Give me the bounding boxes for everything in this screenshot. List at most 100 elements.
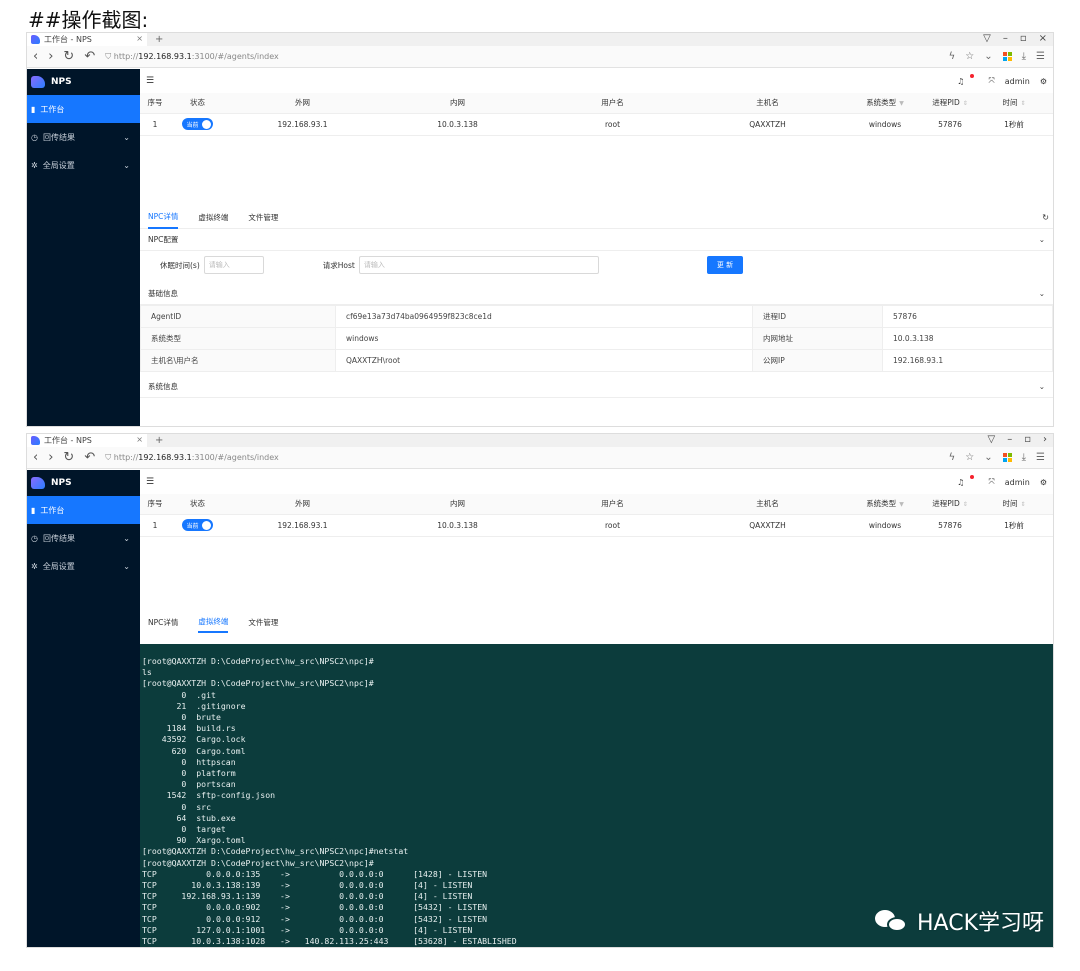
menu-icon[interactable]: ☰ <box>1036 51 1045 62</box>
browser-tab[interactable]: 工作台 - NPS × <box>27 434 147 447</box>
forward-icon[interactable]: › <box>48 49 53 64</box>
sidebar-item-settings[interactable]: ✲ 全局设置 ⌄ <box>27 151 140 179</box>
sort-icon: ⇕ <box>962 100 968 108</box>
gear-icon: ✲ <box>31 160 38 170</box>
undo-icon[interactable]: ↶ <box>84 450 95 465</box>
sidebar-item-settings[interactable]: ✲ 全局设置 ⌄ <box>27 552 140 580</box>
new-tab-button[interactable]: + <box>155 34 163 45</box>
apps-icon[interactable] <box>1002 453 1012 462</box>
chevron-down-icon[interactable]: ⌄ <box>984 51 992 62</box>
tab-terminal[interactable]: 虚拟终端 <box>198 611 229 633</box>
nps-logo-icon <box>31 76 45 88</box>
browser-tabbar: 工作台 - NPS × + ▽ – ▫ › <box>27 434 1053 447</box>
host-input[interactable]: 请输入 <box>358 256 599 274</box>
url-field[interactable]: ⛉ http://192.168.93.1:3100/#/agents/inde… <box>105 453 279 463</box>
browser-tab[interactable]: 工作台 - NPS × <box>27 33 147 46</box>
info-row: 主机名\用户名 QAXXTZH\root 公网IP 192.168.93.1 <box>140 349 1053 372</box>
col-time[interactable]: 时间 ⇕ <box>975 93 1053 114</box>
forward-icon[interactable]: › <box>48 450 53 465</box>
col-time[interactable]: 时间 ⇕ <box>975 494 1053 515</box>
pin-icon[interactable]: ▽ <box>988 434 996 445</box>
tab-close-icon[interactable]: × <box>136 435 143 444</box>
chevron-down-icon: ⌄ <box>123 561 130 571</box>
pin-icon[interactable]: ▽ <box>983 33 991 44</box>
back-icon[interactable]: ‹ <box>33 49 38 64</box>
sleep-input[interactable]: 请输入 <box>203 256 264 274</box>
tab-terminal[interactable]: 虚拟终端 <box>198 207 228 229</box>
browser-toolbar-right: ϟ ☆ ⌄ ⤓ ☰ <box>949 452 1045 463</box>
col-os[interactable]: 系统类型 ▼ <box>845 93 925 114</box>
lightning-icon[interactable]: ϟ <box>949 51 956 62</box>
fullscreen-icon[interactable]: ⤧ <box>988 477 994 487</box>
nps-app: NPS ▮ 工作台 ◷ 回传结果 ⌄ ✲ 全局设置 ⌄ ☰ ♫ ⤧ admin ⚙ 序号 … <box>27 470 1053 947</box>
fullscreen-icon[interactable]: ⤧ <box>988 76 994 86</box>
new-tab-button[interactable]: + <box>155 435 163 446</box>
minimize-icon[interactable]: – <box>1003 33 1008 44</box>
star-icon[interactable]: ☆ <box>965 51 974 62</box>
chevron-down-icon: ⌄ <box>1038 289 1045 298</box>
tab-file-manager[interactable]: 文件管理 <box>248 207 278 229</box>
back-icon[interactable]: ‹ <box>33 450 38 465</box>
sidebar-item-results[interactable]: ◷ 回传结果 ⌄ <box>27 524 140 552</box>
menu-icon[interactable]: ☰ <box>1036 452 1045 463</box>
undo-icon[interactable]: ↶ <box>84 49 95 64</box>
minimize-icon[interactable]: – <box>1007 434 1012 445</box>
sidebar-item-dashboard[interactable]: ▮ 工作台 <box>27 95 140 123</box>
reload-icon[interactable]: ↻ <box>63 450 74 465</box>
download-icon[interactable]: ⤓ <box>1022 51 1026 62</box>
reload-icon[interactable]: ↻ <box>63 49 74 64</box>
apps-icon[interactable] <box>1002 52 1012 61</box>
col-status: 状态 <box>170 494 225 515</box>
basic-info-header[interactable]: 基础信息 ⌄ <box>140 283 1053 305</box>
sidebar-item-dashboard[interactable]: ▮ 工作台 <box>27 496 140 524</box>
col-os[interactable]: 系统类型 ▼ <box>845 494 925 515</box>
tab-file-manager[interactable]: 文件管理 <box>248 611 278 633</box>
browser-tab-title: 工作台 - NPS <box>44 436 92 445</box>
chevron-down-icon: ⌄ <box>123 160 130 170</box>
status-toggle[interactable]: 当前 <box>182 519 213 531</box>
menu-toggle-icon[interactable]: ☰ <box>146 477 154 487</box>
close-window-icon[interactable]: › <box>1043 434 1047 445</box>
system-info-header[interactable]: 系统信息 ⌄ <box>140 376 1053 398</box>
screenshot-virtual-terminal: 工作台 - NPS × + ▽ – ▫ › ‹ › ↻ ↶ ⛉ http://1… <box>26 433 1054 948</box>
npc-config-header[interactable]: NPC配置 ⌄ <box>140 229 1053 251</box>
download-icon[interactable]: ⤓ <box>1022 452 1026 463</box>
user-name[interactable]: admin <box>1005 478 1030 487</box>
table-row[interactable]: 1 当前 192.168.93.1 10.0.3.138 root QAXXTZ… <box>140 113 1053 136</box>
user-name[interactable]: admin <box>1005 77 1030 86</box>
chevron-down-icon: ⌄ <box>1038 235 1045 244</box>
restore-icon[interactable]: ▫ <box>1020 33 1027 44</box>
menu-toggle-icon[interactable]: ☰ <box>146 76 154 86</box>
chevron-down-icon: ⌄ <box>123 132 130 142</box>
details-panel: NPC详情 虚拟终端 文件管理 ↻ NPC配置 ⌄ 休眠时间(s) 请输入 请求H… <box>140 207 1053 398</box>
virtual-terminal[interactable]: [root@QAXXTZH D:\CodeProject\hw_src\NPSC… <box>140 644 1053 947</box>
details-panel: NPC详情 虚拟终端 文件管理 <box>140 611 1053 633</box>
table-row[interactable]: 1 当前 192.168.93.1 10.0.3.138 root QAXXTZ… <box>140 514 1053 537</box>
tab-npc-details[interactable]: NPC详情 <box>148 207 179 229</box>
restore-icon[interactable]: ▫ <box>1024 434 1031 445</box>
bell-icon[interactable]: ♫ <box>957 478 964 487</box>
host-label: 请求Host <box>322 260 355 270</box>
star-icon[interactable]: ☆ <box>965 452 974 463</box>
tab-close-icon[interactable]: × <box>136 34 143 43</box>
url-field[interactable]: ⛉ http://192.168.93.1:3100/#/agents/inde… <box>105 52 279 62</box>
col-wan: 外网 <box>225 494 380 515</box>
sidebar-item-results[interactable]: ◷ 回传结果 ⌄ <box>27 123 140 151</box>
chevron-down-icon[interactable]: ⌄ <box>984 452 992 463</box>
bell-icon[interactable]: ♫ <box>957 77 964 86</box>
refresh-icon[interactable]: ↻ <box>1042 213 1049 222</box>
detail-tabs: NPC详情 虚拟终端 文件管理 ↻ <box>140 207 1053 229</box>
settings-icon[interactable]: ⚙ <box>1040 478 1047 487</box>
tab-npc-details[interactable]: NPC详情 <box>148 611 178 633</box>
brand: NPS <box>27 470 140 496</box>
status-toggle[interactable]: 当前 <box>182 118 213 130</box>
settings-icon[interactable]: ⚙ <box>1040 77 1047 86</box>
col-pid[interactable]: 进程PID ⇕ <box>925 93 975 114</box>
close-window-icon[interactable]: × <box>1039 33 1047 44</box>
update-button[interactable]: 更 新 <box>707 256 743 274</box>
watermark: HACK学习呀 <box>875 905 1044 937</box>
col-pid[interactable]: 进程PID ⇕ <box>925 494 975 515</box>
detail-tabs: NPC详情 虚拟终端 文件管理 <box>140 611 1053 633</box>
lightning-icon[interactable]: ϟ <box>949 452 956 463</box>
chevron-down-icon: ⌄ <box>123 533 130 543</box>
